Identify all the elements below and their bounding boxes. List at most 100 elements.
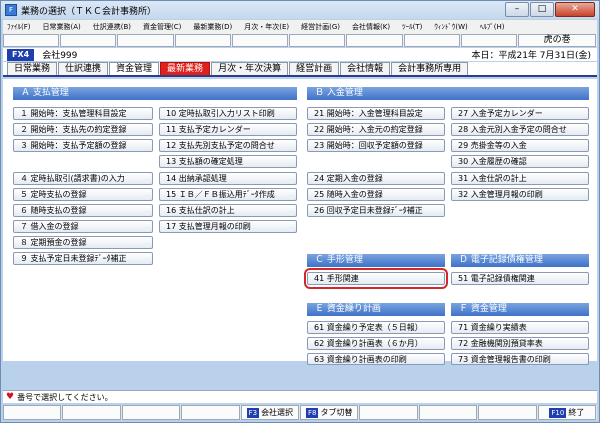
fkey-slot[interactable] bbox=[60, 34, 117, 47]
menu-item-11[interactable]: 11 支払予定カレンダー bbox=[159, 123, 297, 136]
toranomaki-button[interactable]: 虎の巻 bbox=[518, 34, 597, 47]
window-controls: – □ ✕ bbox=[505, 2, 595, 17]
menu-item-24[interactable]: 24 定期入金の登録 bbox=[307, 172, 445, 185]
bottom-fkey-slot[interactable] bbox=[121, 405, 181, 420]
menu-item-25[interactable]: 25 随時入金の登録 bbox=[307, 188, 445, 201]
fkey-slot[interactable] bbox=[460, 34, 518, 47]
fkey-slot[interactable] bbox=[117, 34, 174, 47]
today-date: 本日：平成21年 7月31日(金) bbox=[471, 51, 591, 61]
menu-item-10[interactable]: 10 定時払取引入力リスト印刷 bbox=[159, 107, 297, 120]
menu-item-12[interactable]: 12 支払先別支払予定の問合せ bbox=[159, 139, 297, 152]
menu-item-27[interactable]: 27 入金予定カレンダー bbox=[451, 107, 589, 120]
exit-button[interactable]: F10 終了 bbox=[537, 405, 597, 420]
menu-item-72[interactable]: 72 金融機関別預貸率表 bbox=[451, 337, 589, 350]
menu-item-1[interactable]: １ 開始時：支払管理科目設定 bbox=[13, 107, 153, 120]
menu-item-30[interactable]: 30 入金履歴の確認 bbox=[451, 155, 589, 168]
info-bar: FX4 会社999 本日：平成21年 7月31日(金) bbox=[3, 48, 597, 61]
tab-planning[interactable]: 経営計画 bbox=[289, 62, 340, 75]
menu-item-16[interactable]: 16 支払仕訳の計上 bbox=[159, 204, 297, 217]
function-key-bar: 虎の巻 bbox=[3, 34, 597, 47]
menu-item-23[interactable]: 23 開始時：回収予定額の登録 bbox=[307, 139, 445, 152]
menu-item-4[interactable]: ４ 定時払取引(請求書)の入力 bbox=[13, 172, 153, 185]
tab-daily[interactable]: 日常業務 bbox=[7, 62, 58, 75]
tab-bar: 日常業務 仕訳連携 資金管理 最新業務 月次・年次決算 経営計画 会社情報 会計… bbox=[3, 62, 597, 77]
menu-item-7[interactable]: ７ 借入金の登録 bbox=[13, 220, 153, 233]
tab-switch-label: タブ切替 bbox=[320, 408, 353, 417]
menu-item-5[interactable]: ５ 定時支払の登録 bbox=[13, 188, 153, 201]
tab-switch-button[interactable]: F8 タブ切替 bbox=[300, 405, 359, 420]
fkey-slot[interactable] bbox=[403, 34, 460, 47]
menu-item-63[interactable]: 63 資金繰り計画表の印刷 bbox=[307, 353, 445, 365]
tab-latest[interactable]: 最新業務 bbox=[160, 62, 211, 75]
exit-label: 終了 bbox=[568, 408, 585, 417]
menu-tools[interactable]: ﾂｰﾙ(T) bbox=[402, 22, 422, 32]
menu-item-51[interactable]: 51 電子記録債権関連 bbox=[451, 272, 589, 285]
menu-item-21[interactable]: 21 開始時：入金管理科目設定 bbox=[307, 107, 445, 120]
minimize-button[interactable]: – bbox=[505, 2, 529, 17]
bottom-fkey-slot[interactable] bbox=[62, 405, 121, 420]
menu-help[interactable]: ﾍﾙﾌﾟ(H) bbox=[480, 22, 505, 32]
menu-monthly[interactable]: 月次・年次(E) bbox=[244, 22, 289, 32]
bottom-fkey-slot[interactable] bbox=[181, 405, 240, 420]
menu-journal[interactable]: 仕訳連携(B) bbox=[93, 22, 131, 32]
tab-company[interactable]: 会社情報 bbox=[340, 62, 391, 75]
menu-file[interactable]: ﾌｧｲﾙ(F) bbox=[7, 22, 31, 32]
menu-item-9[interactable]: ９ 支払予定日未登録ﾃﾞｰﾀ補正 bbox=[13, 252, 153, 265]
window-title: 業務の選択（ＴＫＣ会計事務所） bbox=[21, 6, 157, 17]
menu-planning[interactable]: 経営計画(G) bbox=[301, 22, 340, 32]
menu-item-8[interactable]: ８ 定期預金の登録 bbox=[13, 236, 153, 249]
menu-item-3[interactable]: ３ 開始時：支払予定額の登録 bbox=[13, 139, 153, 152]
heart-icon: ♥ bbox=[6, 392, 15, 402]
bottom-function-keys: F3 会社選択 F8 タブ切替 F10 終了 bbox=[3, 405, 597, 420]
fkey-slot[interactable] bbox=[231, 34, 289, 47]
menu-item-26[interactable]: 26 回収予定日未登録ﾃﾞｰﾀ補正 bbox=[307, 204, 445, 217]
bottom-fkey-slot[interactable] bbox=[359, 405, 418, 420]
menu-item-6[interactable]: ６ 随時支払の登録 bbox=[13, 204, 153, 217]
fkey-slot[interactable] bbox=[289, 34, 346, 47]
status-bar: ♥ 番号で選択してください。 bbox=[3, 390, 597, 403]
menu-item-28[interactable]: 28 入金元別入金予定の問合せ bbox=[451, 123, 589, 136]
main-content: Ａ 支払管理 １ 開始時：支払管理科目設定 ２ 開始時：支払先の約定登録 ３ 開… bbox=[3, 79, 597, 365]
tab-office[interactable]: 会計事務所専用 bbox=[391, 62, 469, 75]
fkey-slot[interactable] bbox=[346, 34, 403, 47]
maximize-button[interactable]: □ bbox=[530, 2, 554, 17]
section-a-header: Ａ 支払管理 bbox=[13, 87, 297, 100]
menu-item-15[interactable]: 15 ＩＢ／ＦＢ振込用ﾃﾞｰﾀ作成 bbox=[159, 188, 297, 201]
menu-item-31[interactable]: 31 入金仕訳の計上 bbox=[451, 172, 589, 185]
tab-monthly[interactable]: 月次・年次決算 bbox=[211, 62, 289, 75]
app-window: F 業務の選択（ＴＫＣ会計事務所） – □ ✕ ﾌｧｲﾙ(F) 日常業務(A) … bbox=[0, 0, 600, 423]
menu-item-61[interactable]: 61 資金繰り予定表（５日報） bbox=[307, 321, 445, 334]
menu-item-2[interactable]: ２ 開始時：支払先の約定登録 bbox=[13, 123, 153, 136]
tab-journal[interactable]: 仕訳連携 bbox=[58, 62, 109, 75]
company-select-button[interactable]: F3 会社選択 bbox=[240, 405, 300, 420]
menu-daily[interactable]: 日常業務(A) bbox=[43, 22, 81, 32]
fkey-slot[interactable] bbox=[174, 34, 231, 47]
menu-item-62[interactable]: 62 資金繰り計画表（６か月） bbox=[307, 337, 445, 350]
menu-item-13[interactable]: 13 支払額の確定処理 bbox=[159, 155, 297, 168]
app-icon: F bbox=[5, 4, 17, 16]
f10-key-badge: F10 bbox=[549, 408, 567, 418]
bottom-fkey-slot[interactable] bbox=[478, 405, 537, 420]
bottom-fkey-slot[interactable] bbox=[418, 405, 478, 420]
tab-funds[interactable]: 資金管理 bbox=[109, 62, 160, 75]
section-e-header: Ｅ 資金繰り計画 bbox=[307, 303, 445, 316]
section-c-header: Ｃ 手形管理 bbox=[307, 254, 445, 267]
menu-item-73[interactable]: 73 資金管理報告書の印刷 bbox=[451, 353, 589, 365]
menu-item-17[interactable]: 17 支払管理月報の印刷 bbox=[159, 220, 297, 233]
menu-funds[interactable]: 資金管理(C) bbox=[143, 22, 181, 32]
company-name: 会社999 bbox=[42, 51, 78, 61]
menu-item-14[interactable]: 14 出納承認処理 bbox=[159, 172, 297, 185]
close-button[interactable]: ✕ bbox=[555, 2, 595, 17]
fkey-slot[interactable] bbox=[3, 34, 60, 47]
fx-badge: FX4 bbox=[7, 48, 35, 61]
menu-item-22[interactable]: 22 開始時：入金元の約定登録 bbox=[307, 123, 445, 136]
menu-item-71[interactable]: 71 資金繰り実績表 bbox=[451, 321, 589, 334]
menu-item-29[interactable]: 29 売掛金等の入金 bbox=[451, 139, 589, 152]
menu-window[interactable]: ｳｨﾝﾄﾞｳ(W) bbox=[434, 22, 467, 32]
menu-company[interactable]: 会社情報(K) bbox=[352, 22, 390, 32]
bottom-fkey-slot[interactable] bbox=[3, 405, 62, 420]
f8-key-badge: F8 bbox=[305, 408, 319, 418]
section-d-header: Ｄ 電子記録債権管理 bbox=[451, 254, 589, 267]
menu-item-32[interactable]: 32 入金管理月報の印刷 bbox=[451, 188, 589, 201]
menu-latest[interactable]: 最新業務(D) bbox=[193, 22, 232, 32]
